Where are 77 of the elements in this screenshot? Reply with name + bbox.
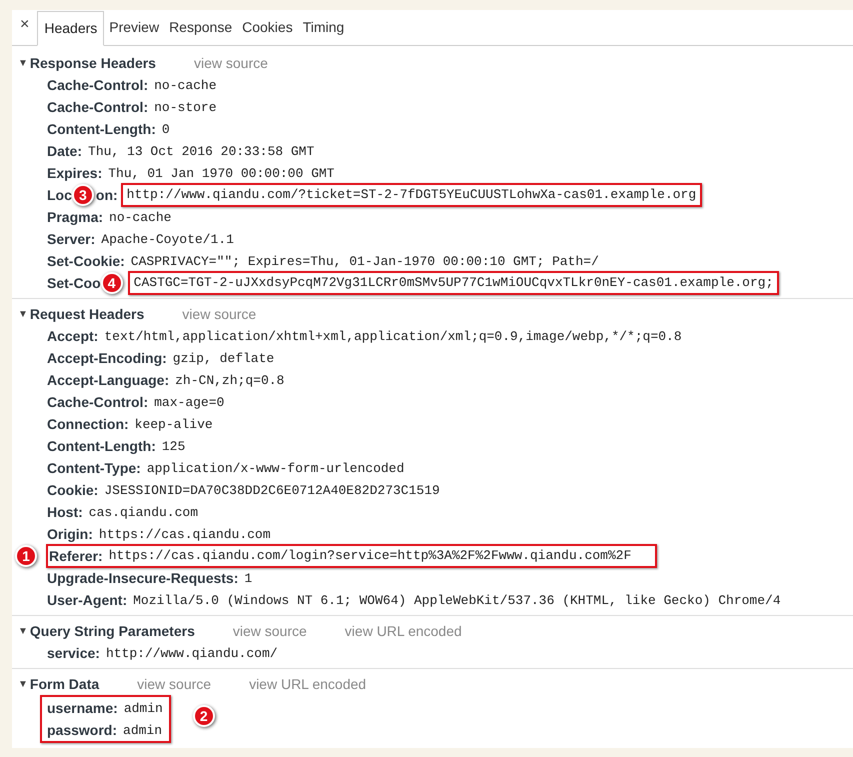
header-value: gzip, deflate xyxy=(172,351,274,366)
header-value: 125 xyxy=(162,439,186,454)
header-value: keep-alive xyxy=(134,417,213,432)
tab[interactable]: Response xyxy=(164,17,238,45)
header-value: 1 xyxy=(244,571,252,586)
header-value: no-cache xyxy=(154,78,217,94)
header-name: Expires: xyxy=(47,164,102,183)
header-name: Upgrade-Insecure-Requests: xyxy=(47,568,238,588)
header-value: http://www.qiandu.com/ xyxy=(106,646,278,662)
header-name: Set-Coo xyxy=(47,274,101,292)
header-value: text/html,application/xhtml+xml,application/xml;q=0.9,image/webp,*/*;q=0.8 xyxy=(104,329,682,344)
header-name: Connection: xyxy=(47,414,129,434)
expand-toggle-icon[interactable]: ▼ xyxy=(18,56,28,70)
header-name: Accept: xyxy=(47,326,98,346)
header-value: zh-CN,zh;q=0.8 xyxy=(175,373,284,388)
header-name: User-Agent: xyxy=(47,590,128,610)
header-name: Cache-Control: xyxy=(47,76,148,94)
number-badge: 1 xyxy=(15,545,37,567)
header-value: https://cas.qiandu.com/login?service=http%3A%2F%2Fwww.qiandu.com%2F xyxy=(108,547,632,566)
expand-toggle-icon[interactable]: ▼ xyxy=(18,624,28,638)
view-link[interactable]: view source xyxy=(232,620,307,642)
view-link[interactable]: view URL encoded xyxy=(249,674,366,694)
header-name: Content-Length: xyxy=(47,120,156,139)
header-name: Host: xyxy=(47,502,83,522)
view-link[interactable]: view source xyxy=(137,674,212,694)
section-title[interactable]: Response Headers xyxy=(30,52,156,74)
section-title[interactable]: Form Data xyxy=(30,674,100,694)
header-name: Loc xyxy=(47,186,72,204)
header-value: 0 xyxy=(162,122,170,138)
tab[interactable]: Headers xyxy=(37,11,104,46)
header-name: Set-Cookie: xyxy=(47,252,125,270)
tab[interactable]: Cookies xyxy=(237,17,298,45)
header-value: Mozilla/5.0 (Windows NT 6.1; WOW64) AppleWebKit/537.36 (KHTML, like Gecko) Chrome/4 xyxy=(133,593,781,608)
number-badge: 3 xyxy=(72,184,94,206)
header-name: on: xyxy=(96,186,118,204)
number-badge: 4 xyxy=(100,272,123,294)
header-name: Cache-Control: xyxy=(47,98,148,116)
header-value: CASTGC=TGT-2-uJXxdsyPcqM72Vg31LCRr0mSMv5UP77C1wMiOUCqvxTLkr0nEY-cas01.example.org; xyxy=(134,274,774,292)
header-name: service: xyxy=(47,644,100,662)
header-value: Thu, 01 Jan 1970 00:00:00 GMT xyxy=(108,166,334,182)
view-link[interactable]: view source xyxy=(194,52,268,74)
header-value: Apache-Coyote/1.1 xyxy=(101,232,234,248)
header-value: no-store xyxy=(154,100,217,116)
view-link[interactable]: view URL encoded xyxy=(344,620,462,642)
header-name: Server: xyxy=(47,230,96,248)
header-name: username: xyxy=(47,698,118,718)
header-value: https://cas.qiandu.com xyxy=(98,527,271,542)
header-value: application/x-www-form-urlencoded xyxy=(146,461,404,476)
header-name: password: xyxy=(47,720,118,740)
tab[interactable]: Timing xyxy=(298,17,350,45)
header-value: admin xyxy=(123,723,162,738)
expand-toggle-icon[interactable]: ▼ xyxy=(18,676,28,692)
header-name: Content-Length: xyxy=(47,436,156,456)
header-value: JSESSIONID=DA70C38DD2C6E0712A40E82D273C1519 xyxy=(104,483,440,498)
header-value: cas.qiandu.com xyxy=(88,505,198,520)
expand-toggle-icon[interactable]: ▼ xyxy=(18,306,28,322)
number-badge: 2 xyxy=(192,705,215,727)
header-value: CASPRIVACY=""; Expires=Thu, 01-Jan-1970 00:00:10 GMT; Path=/ xyxy=(130,254,599,270)
header-name: Content-Type: xyxy=(47,458,141,478)
close-button[interactable]: × xyxy=(20,13,30,37)
section-title[interactable]: Query String Parameters xyxy=(30,620,195,642)
view-link[interactable]: view source xyxy=(182,304,256,324)
header-name: Origin: xyxy=(47,524,93,544)
header-value: Thu, 13 Oct 2016 20:33:58 GMT xyxy=(88,144,314,160)
header-value: admin xyxy=(124,701,163,716)
tab[interactable]: Preview xyxy=(104,17,164,45)
header-name: Referer: xyxy=(49,546,103,566)
header-name: Pragma: xyxy=(47,208,104,227)
section-title[interactable]: Request Headers xyxy=(30,304,144,324)
header-value: http://www.qiandu.com/?ticket=ST-2-7fDGT5YEuCUUSTLohwXa-cas01.example.org xyxy=(126,186,696,204)
header-name: Cookie: xyxy=(47,480,98,500)
header-value: no-cache xyxy=(109,210,172,226)
header-name: Cache-Control: xyxy=(47,392,148,412)
header-name: Accept-Language: xyxy=(47,370,170,390)
header-value: max-age=0 xyxy=(154,395,224,410)
header-name: Accept-Encoding: xyxy=(47,348,167,368)
header-name: Date: xyxy=(47,142,82,160)
